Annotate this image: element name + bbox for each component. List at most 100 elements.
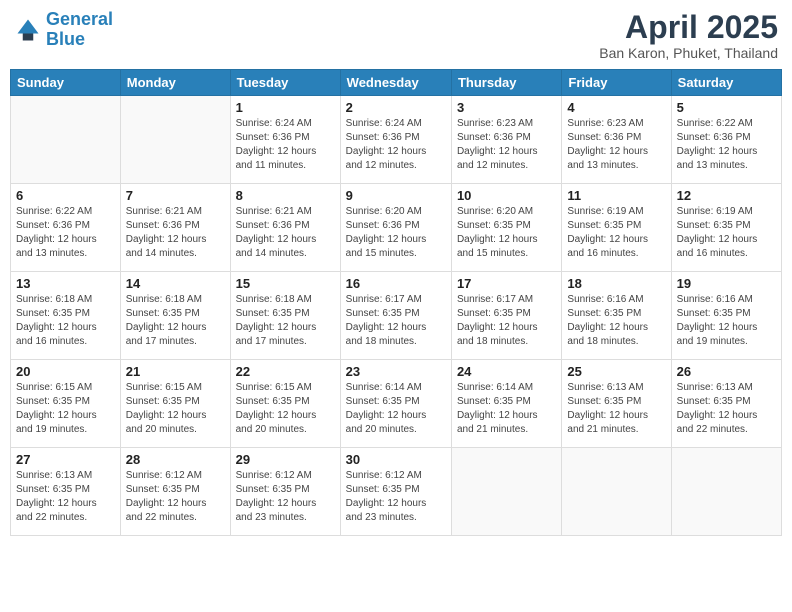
day-info: Sunrise: 6:18 AM Sunset: 6:35 PM Dayligh… [16,293,115,349]
day-number: 13 [16,276,115,291]
calendar-cell: 20Sunrise: 6:15 AM Sunset: 6:35 PM Dayli… [11,360,121,448]
day-info: Sunrise: 6:18 AM Sunset: 6:35 PM Dayligh… [126,293,225,349]
day-number: 2 [346,100,446,115]
day-number: 12 [677,188,776,203]
day-info: Sunrise: 6:12 AM Sunset: 6:35 PM Dayligh… [126,469,225,525]
day-info: Sunrise: 6:15 AM Sunset: 6:35 PM Dayligh… [236,381,335,437]
day-info: Sunrise: 6:23 AM Sunset: 6:36 PM Dayligh… [457,117,556,173]
day-number: 27 [16,452,115,467]
calendar-cell: 14 Sunrise: 6:18 AM Sunset: 6:35 PM Dayli… [120,272,230,360]
month-title: April 2025 [599,10,778,45]
day-number: 17 [457,276,556,291]
title-block: April 2025 Ban Karon, Phuket, Thailand [599,10,778,61]
logo: General Blue [14,10,113,50]
calendar-cell: 10 Sunrise: 6:20 AM Sunset: 6:35 PM Dayli… [451,184,561,272]
calendar-cell: 1Sunrise: 6:24 AM Sunset: 6:36 PM Daylig… [230,96,340,184]
day-number: 7 [126,188,225,203]
calendar-cell: 9 Sunrise: 6:20 AM Sunset: 6:36 PM Daylig… [340,184,451,272]
logo-text: General Blue [46,10,113,50]
day-info: Sunrise: 6:12 AM Sunset: 6:35 PM Dayligh… [236,469,335,525]
day-number: 6 [16,188,115,203]
calendar-cell [671,448,781,536]
day-number: 3 [457,100,556,115]
calendar-cell [11,96,121,184]
day-number: 23 [346,364,446,379]
calendar-cell [562,448,671,536]
calendar-cell: 25 Sunrise: 6:13 AM Sunset: 6:35 PM Dayli… [562,360,671,448]
day-info: Sunrise: 6:22 AM Sunset: 6:36 PM Dayligh… [677,117,776,173]
day-info: Sunrise: 6:18 AM Sunset: 6:35 PM Dayligh… [236,293,335,349]
weekday-header-thursday: Thursday [451,70,561,96]
day-info: Sunrise: 6:13 AM Sunset: 6:35 PM Dayligh… [677,381,776,437]
day-number: 8 [236,188,335,203]
day-info: Sunrise: 6:14 AM Sunset: 6:35 PM Dayligh… [346,381,446,437]
day-number: 21 [126,364,225,379]
weekday-header-friday: Friday [562,70,671,96]
day-number: 15 [236,276,335,291]
calendar-cell: 27 Sunrise: 6:13 AM Sunset: 6:35 PM Dayli… [11,448,121,536]
calendar-cell: 12 Sunrise: 6:19 AM Sunset: 6:35 PM Dayli… [671,184,781,272]
day-info: Sunrise: 6:15 AM Sunset: 6:35 PM Dayligh… [16,381,115,437]
day-info: Sunrise: 6:17 AM Sunset: 6:35 PM Dayligh… [457,293,556,349]
day-info: Sunrise: 6:15 AM Sunset: 6:35 PM Dayligh… [126,381,225,437]
week-row-5: 27 Sunrise: 6:13 AM Sunset: 6:35 PM Dayli… [11,448,782,536]
calendar-cell: 2 Sunrise: 6:24 AM Sunset: 6:36 PM Daylig… [340,96,451,184]
calendar-cell: 13 Sunrise: 6:18 AM Sunset: 6:35 PM Dayli… [11,272,121,360]
day-number: 29 [236,452,335,467]
day-number: 4 [567,100,665,115]
day-number: 14 [126,276,225,291]
calendar-cell: 21 Sunrise: 6:15 AM Sunset: 6:35 PM Dayli… [120,360,230,448]
day-number: 16 [346,276,446,291]
day-info: Sunrise: 6:20 AM Sunset: 6:36 PM Dayligh… [346,205,446,261]
calendar-cell: 23 Sunrise: 6:14 AM Sunset: 6:35 PM Dayli… [340,360,451,448]
calendar-cell: 5 Sunrise: 6:22 AM Sunset: 6:36 PM Daylig… [671,96,781,184]
day-info: Sunrise: 6:12 AM Sunset: 6:35 PM Dayligh… [346,469,446,525]
calendar-cell: 29 Sunrise: 6:12 AM Sunset: 6:35 PM Dayli… [230,448,340,536]
day-info: Sunrise: 6:20 AM Sunset: 6:35 PM Dayligh… [457,205,556,261]
day-info: Sunrise: 6:17 AM Sunset: 6:35 PM Dayligh… [346,293,446,349]
calendar-cell: 8 Sunrise: 6:21 AM Sunset: 6:36 PM Daylig… [230,184,340,272]
weekday-header-monday: Monday [120,70,230,96]
day-info: Sunrise: 6:19 AM Sunset: 6:35 PM Dayligh… [567,205,665,261]
calendar-cell: 6Sunrise: 6:22 AM Sunset: 6:36 PM Daylig… [11,184,121,272]
day-number: 18 [567,276,665,291]
day-info: Sunrise: 6:14 AM Sunset: 6:35 PM Dayligh… [457,381,556,437]
day-info: Sunrise: 6:16 AM Sunset: 6:35 PM Dayligh… [567,293,665,349]
day-number: 26 [677,364,776,379]
weekday-header-row: SundayMondayTuesdayWednesdayThursdayFrid… [11,70,782,96]
logo-icon [14,16,42,44]
calendar-cell: 22 Sunrise: 6:15 AM Sunset: 6:35 PM Dayli… [230,360,340,448]
day-info: Sunrise: 6:24 AM Sunset: 6:36 PM Dayligh… [346,117,446,173]
calendar-cell: 18 Sunrise: 6:16 AM Sunset: 6:35 PM Dayli… [562,272,671,360]
day-number: 25 [567,364,665,379]
day-number: 9 [346,188,446,203]
day-number: 11 [567,188,665,203]
day-number: 10 [457,188,556,203]
day-info: Sunrise: 6:13 AM Sunset: 6:35 PM Dayligh… [16,469,115,525]
week-row-1: 1 Sunrise: 6:24 AM Sunset: 6:36 PM Daylig… [11,96,782,184]
location: Ban Karon, Phuket, Thailand [599,45,778,61]
day-info: Sunrise: 6:13 AM Sunset: 6:35 PM Dayligh… [567,381,665,437]
day-info: Sunrise: 6:21 AM Sunset: 6:36 PM Dayligh… [236,205,335,261]
day-number: 22 [236,364,335,379]
calendar-cell: 15 Sunrise: 6:18 AM Sunset: 6:35 PM Dayli… [230,272,340,360]
day-number: 1 [236,100,335,115]
day-number: 19 [677,276,776,291]
week-row-3: 13 Sunrise: 6:18 AM Sunset: 6:35 PM Dayli… [11,272,782,360]
calendar-cell: 24Sunrise: 6:14 AM Sunset: 6:35 PM Dayli… [451,360,561,448]
weekday-header-tuesday: Tuesday [230,70,340,96]
day-info: Sunrise: 6:16 AM Sunset: 6:35 PM Dayligh… [677,293,776,349]
calendar-cell: 28Sunrise: 6:12 AM Sunset: 6:35 PM Dayli… [120,448,230,536]
calendar-cell: 19 Sunrise: 6:16 AM Sunset: 6:35 PM Dayli… [671,272,781,360]
day-number: 5 [677,100,776,115]
day-info: Sunrise: 6:19 AM Sunset: 6:35 PM Dayligh… [677,205,776,261]
calendar-cell: 16 Sunrise: 6:17 AM Sunset: 6:35 PM Dayli… [340,272,451,360]
day-number: 30 [346,452,446,467]
calendar-cell: 17 Sunrise: 6:17 AM Sunset: 6:35 PM Dayli… [451,272,561,360]
day-info: Sunrise: 6:21 AM Sunset: 6:36 PM Dayligh… [126,205,225,261]
calendar-cell: 11 Sunrise: 6:19 AM Sunset: 6:35 PM Dayli… [562,184,671,272]
week-row-4: 20Sunrise: 6:15 AM Sunset: 6:35 PM Dayli… [11,360,782,448]
calendar-cell: 30 Sunrise: 6:12 AM Sunset: 6:35 PM Dayli… [340,448,451,536]
calendar-cell: 7 Sunrise: 6:21 AM Sunset: 6:36 PM Daylig… [120,184,230,272]
calendar-table: SundayMondayTuesdayWednesdayThursdayFrid… [10,69,782,536]
